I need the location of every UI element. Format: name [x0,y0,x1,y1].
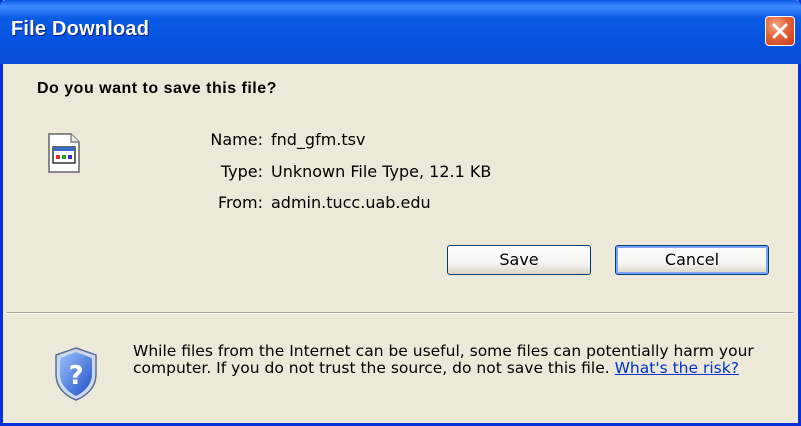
svg-text:?: ? [68,361,83,391]
type-label: Type: [220,162,263,181]
file-source: admin.tucc.uab.edu [271,193,431,212]
whats-the-risk-link[interactable]: What's the risk? [615,359,739,377]
dialog-question: Do you want to save this file? [37,80,277,97]
security-warning: While files from the Internet can be use… [133,343,778,377]
name-label: Name: [210,130,263,149]
save-button[interactable]: Save [447,245,591,275]
file-name: fnd_gfm.tsv [271,130,366,149]
close-button[interactable] [765,16,795,46]
title-bar[interactable]: File Download [0,0,801,64]
cancel-button[interactable]: Cancel [615,245,769,275]
shield-question-icon: ? [52,346,100,406]
file-download-dialog: File Download Do you want to save this f… [0,0,801,426]
close-icon [772,23,788,39]
file-type: Unknown File Type, 12.1 KB [271,162,492,181]
window-title: File Download [11,18,150,40]
separator [7,312,794,314]
from-label: From: [217,193,263,212]
file-type-icon [47,133,81,177]
